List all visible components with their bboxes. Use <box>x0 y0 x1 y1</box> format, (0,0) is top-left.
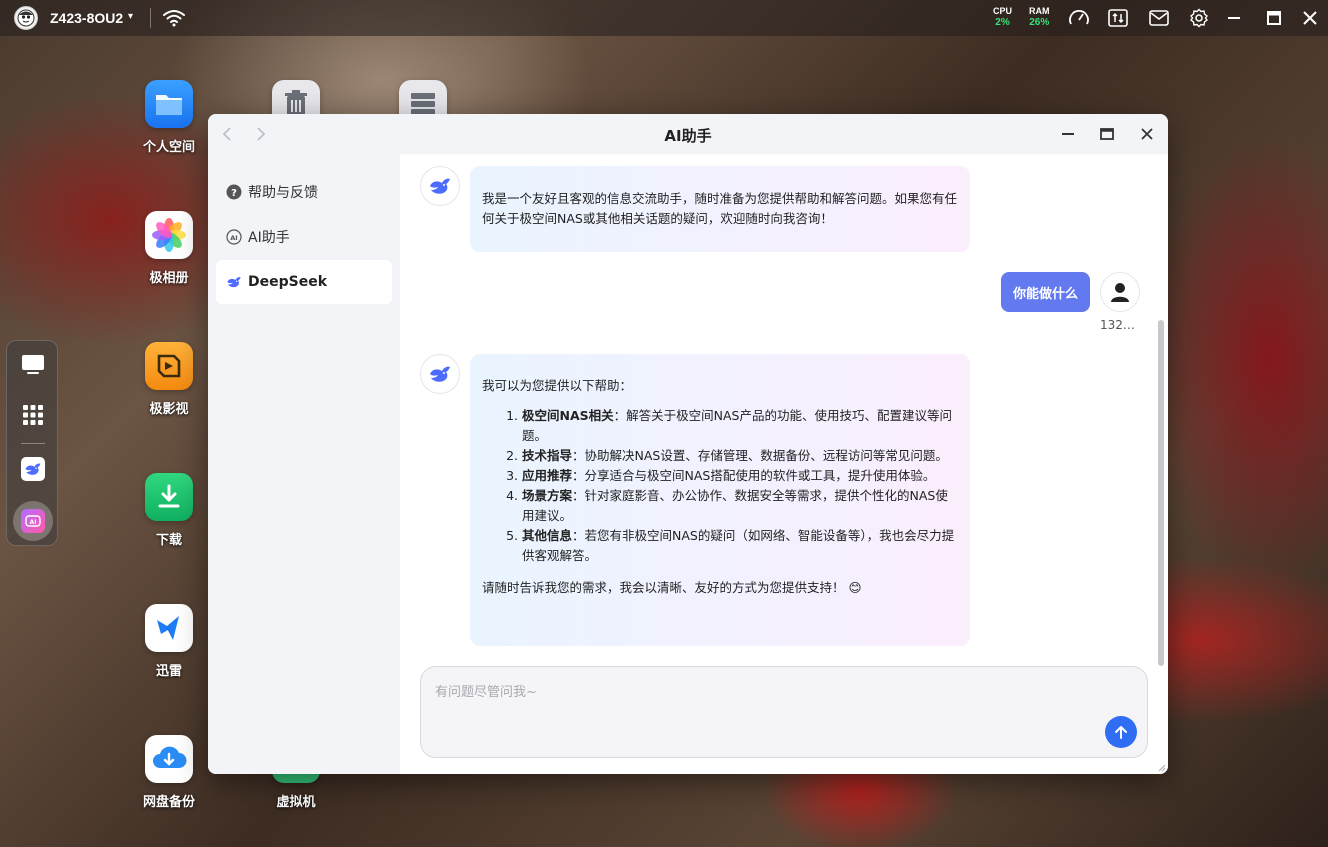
sidebar-item-deepseek[interactable]: DeepSeek <box>216 260 392 304</box>
chevron-down-icon[interactable]: ▾ <box>128 11 133 22</box>
user-name: 132… <box>1100 318 1135 332</box>
list-item-text: ：分享适合与极空间NAS搭配使用的软件或工具，提升使用体验。 <box>572 468 936 483</box>
gear-icon[interactable] <box>1188 8 1210 28</box>
resize-grip-icon[interactable] <box>1156 762 1166 772</box>
ram-usage[interactable]: RAM 26% <box>1029 6 1050 29</box>
desktop-icon-label: 网盘备份 <box>142 795 195 810</box>
list-item: 技术指导：协助解决NAS设置、存储管理、数据备份、远程访问等常见问题。 <box>522 446 958 466</box>
device-name[interactable]: Z423-8OU2 <box>50 10 123 26</box>
top-bar: Z423-8OU2 ▾ CPU 2% RAM 26% <box>0 0 1328 36</box>
xunlei-icon <box>145 604 193 652</box>
desktop-icon-xunlei[interactable]: 迅雷 <box>129 604 209 679</box>
bot-message-intro: 我可以为您提供以下帮助： <box>482 378 633 393</box>
ram-label: RAM <box>1029 6 1050 16</box>
help-icon: ? <box>226 184 242 200</box>
desktop-icon-download[interactable]: 下载 <box>129 473 209 548</box>
minimize-icon[interactable] <box>1058 124 1078 144</box>
window-titlebar[interactable]: AI助手 <box>208 114 1168 154</box>
desktop-icon-cloud-backup[interactable]: 网盘备份 <box>129 735 209 810</box>
list-item-title: 极空间NAS相关 <box>522 408 614 423</box>
list-item: 场景方案：针对家庭影音、办公协作、数据安全等需求，提供个性化的NAS使用建议。 <box>522 486 958 526</box>
desktop-icon[interactable] <box>19 351 47 379</box>
desktop-icon-label: 虚拟机 <box>276 795 316 810</box>
desktop-icon-label: 迅雷 <box>155 664 182 679</box>
list-item: 应用推荐：分享适合与极空间NAS搭配使用的软件或工具，提升使用体验。 <box>522 466 958 486</box>
window-sidebar: ? 帮助与反馈 AI AI助手 DeepSeek <box>208 154 400 774</box>
folder-icon <box>145 80 193 128</box>
list-item-text: ：协助解决NAS设置、存储管理、数据备份、远程访问等常见问题。 <box>572 448 948 463</box>
sidebar-item-label: 帮助与反馈 <box>248 185 318 201</box>
ai-icon: AI <box>226 229 242 245</box>
close-icon[interactable] <box>1300 8 1320 28</box>
bot-message: 我是一个友好且客观的信息交流助手，随时准备为您提供帮助和解答问题。如果您有任何关… <box>470 166 970 252</box>
chat-input-box <box>420 666 1148 758</box>
ram-value: 26% <box>1029 17 1050 28</box>
divider <box>150 8 151 28</box>
bot-message-text: 我是一个友好且客观的信息交流助手，随时准备为您提供帮助和解答问题。如果您有任何关… <box>482 191 958 226</box>
svg-text:?: ? <box>231 188 237 199</box>
list-item-title: 应用推荐 <box>522 468 573 483</box>
desktop-icon-video[interactable]: 极影视 <box>129 342 209 417</box>
dock-divider <box>21 443 45 444</box>
help-list: 极空间NAS相关：解答关于极空间NAS产品的功能、使用技巧、配置建议等问题。 技… <box>482 406 958 566</box>
mail-icon[interactable] <box>1148 8 1170 28</box>
desktop-icon-label: 个人空间 <box>142 140 195 155</box>
deepseek-avatar-icon <box>420 354 460 394</box>
list-item-text: ：针对家庭影音、办公协作、数据安全等需求，提供个性化的NAS使用建议。 <box>522 488 948 523</box>
deepseek-avatar-icon <box>420 166 460 206</box>
chat-area: 我是一个友好且客观的信息交流助手，随时准备为您提供帮助和解答问题。如果您有任何关… <box>400 154 1168 774</box>
svg-text:AI: AI <box>30 519 37 526</box>
deepseek-icon[interactable] <box>19 455 47 483</box>
apps-grid-icon[interactable] <box>19 401 47 429</box>
cpu-label: CPU <box>993 6 1013 16</box>
wifi-icon[interactable] <box>162 8 186 28</box>
user-avatar-icon[interactable] <box>14 6 38 30</box>
desktop-icon-photos[interactable]: 极相册 <box>129 211 209 286</box>
speedometer-icon[interactable] <box>1068 8 1090 28</box>
list-item: 极空间NAS相关：解答关于极空间NAS产品的功能、使用技巧、配置建议等问题。 <box>522 406 958 446</box>
download-icon <box>145 473 193 521</box>
sidebar-item-label: AI助手 <box>248 230 290 246</box>
arrow-up-icon <box>1115 726 1127 739</box>
deepseek-icon <box>226 274 242 290</box>
user-message-text: 你能做什么 <box>1012 286 1078 302</box>
cpu-usage[interactable]: CPU 2% <box>993 6 1012 29</box>
desktop-icon-label: 下载 <box>155 533 182 548</box>
send-button[interactable] <box>1105 716 1137 748</box>
ai-assistant-window: AI助手 ? 帮助与反馈 AI AI助手 DeepSeek 我是一个友好且客观的… <box>208 114 1168 774</box>
transfer-icon[interactable] <box>1107 8 1129 28</box>
sidebar-item-label: DeepSeek <box>248 274 328 290</box>
window-title: AI助手 <box>664 127 712 145</box>
maximize-icon[interactable] <box>1097 124 1117 144</box>
video-icon <box>145 342 193 390</box>
list-item-title: 场景方案 <box>522 488 573 503</box>
close-icon[interactable] <box>1137 124 1157 144</box>
cloud-backup-icon <box>145 735 193 783</box>
cpu-value: 2% <box>995 17 1010 28</box>
dock: AI <box>6 340 58 546</box>
list-item: 其他信息：若您有非极空间NAS的疑问（如网络、智能设备等），我也会尽力提供客观解… <box>522 526 958 566</box>
scrollbar[interactable] <box>1158 320 1164 666</box>
minimize-icon[interactable] <box>1224 8 1244 28</box>
bot-message-outro: 请随时告诉我您的需求，我会以清晰、友好的方式为您提供支持！ 😊 <box>482 580 862 595</box>
sidebar-item-help[interactable]: ? 帮助与反馈 <box>216 170 392 214</box>
photos-icon <box>145 211 193 259</box>
list-item-title: 其他信息 <box>522 528 573 543</box>
list-item-title: 技术指导 <box>522 448 573 463</box>
desktop-icon-label: 极相册 <box>149 271 189 286</box>
user-message: 你能做什么 <box>1001 272 1090 312</box>
bot-message: 我可以为您提供以下帮助： 极空间NAS相关：解答关于极空间NAS产品的功能、使用… <box>470 354 970 646</box>
ai-assistant-icon[interactable]: AI <box>13 501 53 541</box>
desktop-icon-personal-space[interactable]: 个人空间 <box>129 80 209 155</box>
sidebar-item-ai-assistant[interactable]: AI AI助手 <box>216 215 392 259</box>
desktop-icon-label: 极影视 <box>149 402 189 417</box>
svg-text:AI: AI <box>230 234 237 242</box>
list-item-text: ：若您有非极空间NAS的疑问（如网络、智能设备等），我也会尽力提供客观解答。 <box>522 528 955 563</box>
user-avatar-icon <box>1100 272 1140 312</box>
chat-input[interactable] <box>435 681 1095 721</box>
maximize-icon[interactable] <box>1264 8 1284 28</box>
